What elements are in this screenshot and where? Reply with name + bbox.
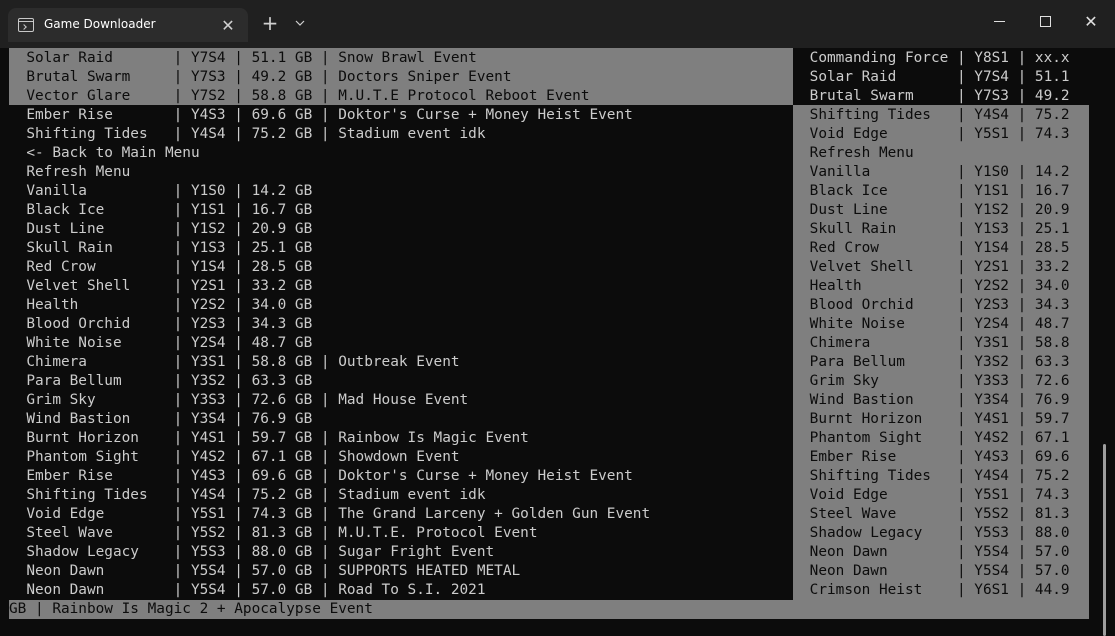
menu-row[interactable]: Shifting Tides | Y4S4 | 75.2 GB | Stadiu… (9, 125, 793, 144)
menu-row[interactable]: Solar Raid | Y7S4 | 51.1 (801, 68, 1087, 87)
menu-row[interactable]: Red Crow | Y1S4 | 28.5 (801, 239, 1087, 258)
menu-row[interactable]: Red Crow | Y1S4 | 28.5 GB (9, 258, 793, 277)
menu-row[interactable]: Burnt Horizon | Y4S1 | 59.7 GB | Rainbow… (9, 429, 793, 448)
menu-row[interactable]: Solar Raid | Y7S4 | 51.1 GB | Snow Brawl… (9, 49, 793, 68)
menu-row[interactable]: Blood Orchid | Y2S3 | 34.3 GB (9, 315, 793, 334)
menu-row[interactable]: Velvet Shell | Y2S1 | 33.2 (801, 258, 1087, 277)
menu-row[interactable]: Refresh Menu (9, 163, 793, 182)
left-pane-list: Solar Raid | Y7S4 | 51.1 GB | Snow Brawl… (9, 49, 793, 600)
menu-row[interactable]: Phantom Sight | Y4S2 | 67.1 GB | Showdow… (9, 448, 793, 467)
tab-title: Game Downloader (44, 17, 156, 31)
menu-row[interactable]: Health | Y2S2 | 34.0 (801, 277, 1087, 296)
right-pane-list: Commanding Force | Y8S1 | xx.x Solar Rai… (801, 49, 1087, 600)
tab-dropdown-button[interactable] (286, 8, 314, 38)
scrollbar-thumb[interactable] (1103, 444, 1106, 636)
menu-row[interactable]: Shadow Legacy | Y5S3 | 88.0 (801, 524, 1087, 543)
menu-row[interactable]: Shifting Tides | Y4S4 | 75.2 (801, 467, 1087, 486)
menu-row[interactable]: White Noise | Y2S4 | 48.7 (801, 315, 1087, 334)
menu-row[interactable]: Neon Dawn | Y5S4 | 57.0 GB | Road To S.I… (9, 581, 793, 600)
terminal-area[interactable]: Solar Raid | Y7S4 | 51.1 GB | Snow Brawl… (0, 48, 1115, 636)
menu-row[interactable]: Dust Line | Y1S2 | 20.9 (801, 201, 1087, 220)
menu-row[interactable]: Void Edge | Y5S1 | 74.3 (801, 486, 1087, 505)
title-bar: Game Downloader ✕ + ✕ (0, 0, 1115, 48)
terminal-icon (18, 18, 34, 32)
menu-row[interactable]: Phantom Sight | Y4S2 | 67.1 (801, 429, 1087, 448)
menu-row[interactable]: Ember Rise | Y4S3 | 69.6 GB | Doktor's C… (9, 467, 793, 486)
menu-row[interactable]: Grim Sky | Y3S3 | 72.6 (801, 372, 1087, 391)
status-line-text: GB | Rainbow Is Magic 2 + Apocalypse Eve… (9, 601, 373, 617)
new-tab-button[interactable]: + (256, 8, 284, 38)
menu-row[interactable]: Vanilla | Y1S0 | 14.2 GB (9, 182, 793, 201)
menu-row[interactable]: <- Back to Main Menu (9, 144, 793, 163)
menu-row[interactable]: Neon Dawn | Y5S4 | 57.0 GB | SUPPORTS HE… (9, 562, 793, 581)
menu-row[interactable]: Para Bellum | Y3S2 | 63.3 (801, 353, 1087, 372)
menu-row[interactable]: Commanding Force | Y8S1 | xx.x (801, 49, 1087, 68)
menu-row[interactable]: Skull Rain | Y1S3 | 25.1 GB (9, 239, 793, 258)
menu-row[interactable]: Chimera | Y3S1 | 58.8 GB | Outbreak Even… (9, 353, 793, 372)
menu-row[interactable]: White Noise | Y2S4 | 48.7 GB (9, 334, 793, 353)
menu-row[interactable]: Wind Bastion | Y3S4 | 76.9 (801, 391, 1087, 410)
menu-row[interactable]: Neon Dawn | Y5S4 | 57.0 (801, 543, 1087, 562)
menu-row[interactable]: Burnt Horizon | Y4S1 | 59.7 (801, 410, 1087, 429)
minimize-button[interactable] (976, 0, 1022, 42)
tab-close-button[interactable]: ✕ (216, 13, 240, 37)
menu-row[interactable]: Chimera | Y3S1 | 58.8 (801, 334, 1087, 353)
menu-row[interactable]: Steel Wave | Y5S2 | 81.3 GB | M.U.T.E. P… (9, 524, 793, 543)
menu-row[interactable]: Void Edge | Y5S1 | 74.3 (801, 125, 1087, 144)
menu-row[interactable]: Void Edge | Y5S1 | 74.3 GB | The Grand L… (9, 505, 793, 524)
menu-row[interactable]: Blood Orchid | Y2S3 | 34.3 (801, 296, 1087, 315)
menu-row[interactable]: Shifting Tides | Y4S4 | 75.2 (801, 106, 1087, 125)
menu-row[interactable]: Wind Bastion | Y3S4 | 76.9 GB (9, 410, 793, 429)
menu-row[interactable]: Black Ice | Y1S1 | 16.7 (801, 182, 1087, 201)
menu-row[interactable]: Health | Y2S2 | 34.0 GB (9, 296, 793, 315)
menu-row[interactable]: Refresh Menu (801, 144, 1087, 163)
close-window-button[interactable]: ✕ (1068, 0, 1114, 42)
maximize-button[interactable] (1022, 0, 1068, 42)
menu-row[interactable]: Brutal Swarm | Y7S3 | 49.2 GB | Doctors … (9, 68, 793, 87)
active-tab[interactable]: Game Downloader ✕ (8, 8, 248, 42)
maximize-icon (1039, 15, 1051, 27)
menu-row[interactable]: Shifting Tides | Y4S4 | 75.2 GB | Stadiu… (9, 486, 793, 505)
menu-row[interactable]: Dust Line | Y1S2 | 20.9 GB (9, 220, 793, 239)
minimize-icon (993, 20, 1005, 22)
menu-row[interactable]: Velvet Shell | Y2S1 | 33.2 GB (9, 277, 793, 296)
menu-row[interactable]: Vanilla | Y1S0 | 14.2 (801, 163, 1087, 182)
menu-row[interactable]: Grim Sky | Y3S3 | 72.6 GB | Mad House Ev… (9, 391, 793, 410)
menu-row[interactable]: Crimson Heist | Y6S1 | 44.9 (801, 581, 1087, 600)
menu-row[interactable]: Ember Rise | Y4S3 | 69.6 GB | Doktor's C… (9, 106, 793, 125)
menu-row[interactable]: Skull Rain | Y1S3 | 25.1 (801, 220, 1087, 239)
menu-row[interactable]: Shadow Legacy | Y5S3 | 88.0 GB | Sugar F… (9, 543, 793, 562)
menu-row[interactable]: Black Ice | Y1S1 | 16.7 GB (9, 201, 793, 220)
menu-row[interactable]: Ember Rise | Y4S3 | 69.6 (801, 448, 1087, 467)
chevron-down-icon (295, 20, 305, 26)
menu-row[interactable]: Vector Glare | Y7S2 | 58.8 GB | M.U.T.E … (9, 87, 793, 106)
menu-row[interactable]: Para Bellum | Y3S2 | 63.3 GB (9, 372, 793, 391)
menu-row[interactable]: Steel Wave | Y5S2 | 81.3 (801, 505, 1087, 524)
status-line: GB | Rainbow Is Magic 2 + Apocalypse Eve… (9, 600, 1089, 619)
menu-row[interactable]: Brutal Swarm | Y7S3 | 49.2 (801, 87, 1087, 106)
menu-row[interactable]: Neon Dawn | Y5S4 | 57.0 (801, 562, 1087, 581)
